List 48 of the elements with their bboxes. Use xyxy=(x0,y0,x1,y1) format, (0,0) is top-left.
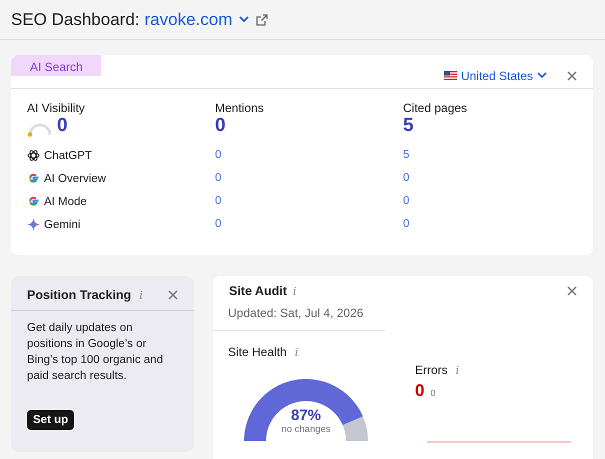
info-icon[interactable]: i xyxy=(292,284,296,298)
set-up-button[interactable]: Set up xyxy=(27,410,74,430)
source-name: AI Overview xyxy=(44,172,106,184)
chevron-down-icon[interactable] xyxy=(239,16,250,23)
country-selector[interactable]: United States xyxy=(444,68,547,82)
google-icon xyxy=(27,195,40,208)
metric-value: 0 xyxy=(57,115,68,137)
domain-link[interactable]: ravoke.com xyxy=(144,10,232,30)
change-note: no changes xyxy=(281,424,331,435)
metric-label: Mentions xyxy=(215,101,265,115)
metric-label: Errors xyxy=(415,363,448,377)
cited-count[interactable]: 0 xyxy=(403,213,577,236)
cited-count[interactable]: 0 xyxy=(403,167,577,190)
metric-value: 5 xyxy=(403,115,414,137)
metric-label: Cited pages xyxy=(403,101,468,115)
card-title: Site Audit xyxy=(229,284,287,298)
info-icon[interactable]: i xyxy=(139,288,143,302)
mentions-count[interactable]: 0 xyxy=(215,144,403,167)
close-icon[interactable] xyxy=(168,290,178,300)
cited-count[interactable]: 0 xyxy=(403,190,577,213)
source-name: AI Mode xyxy=(44,196,87,208)
mentions-count[interactable]: 0 xyxy=(215,213,403,236)
google-icon xyxy=(27,172,40,185)
metric-value: 0 xyxy=(215,115,226,137)
chatgpt-icon xyxy=(27,149,40,162)
close-icon[interactable] xyxy=(567,286,577,296)
mentions-count[interactable]: 0 xyxy=(215,167,403,190)
metric-label: AI Visibility xyxy=(27,101,86,115)
mentions-count[interactable]: 0 xyxy=(215,190,403,213)
ai-search-tab[interactable]: AI Search xyxy=(11,55,101,76)
errors-change: 0 xyxy=(430,388,436,398)
updated-date: Updated: Sat, Jul 4, 2026 xyxy=(213,298,385,331)
description-text: Get daily updates on positions in Google’s or Bing’s top 100 organic and paid search results. xyxy=(27,321,164,384)
gemini-icon xyxy=(27,218,40,231)
external-link-icon[interactable] xyxy=(256,14,268,26)
source-name: ChatGPT xyxy=(44,150,92,162)
errors-count[interactable]: 0 xyxy=(415,381,424,401)
cited-count[interactable]: 5 xyxy=(403,144,577,167)
card-title: Position Tracking xyxy=(27,288,132,302)
health-percent: 87% xyxy=(290,407,322,424)
info-icon[interactable]: i xyxy=(294,346,298,358)
close-icon[interactable] xyxy=(567,70,577,80)
flag-icon xyxy=(444,71,457,80)
dashboard-title: SEO Dashboard: xyxy=(11,10,140,30)
info-icon[interactable]: i xyxy=(456,364,460,376)
source-name: Gemini xyxy=(44,218,80,230)
chevron-down-icon xyxy=(537,72,547,79)
metric-label: Site Health xyxy=(228,345,287,359)
